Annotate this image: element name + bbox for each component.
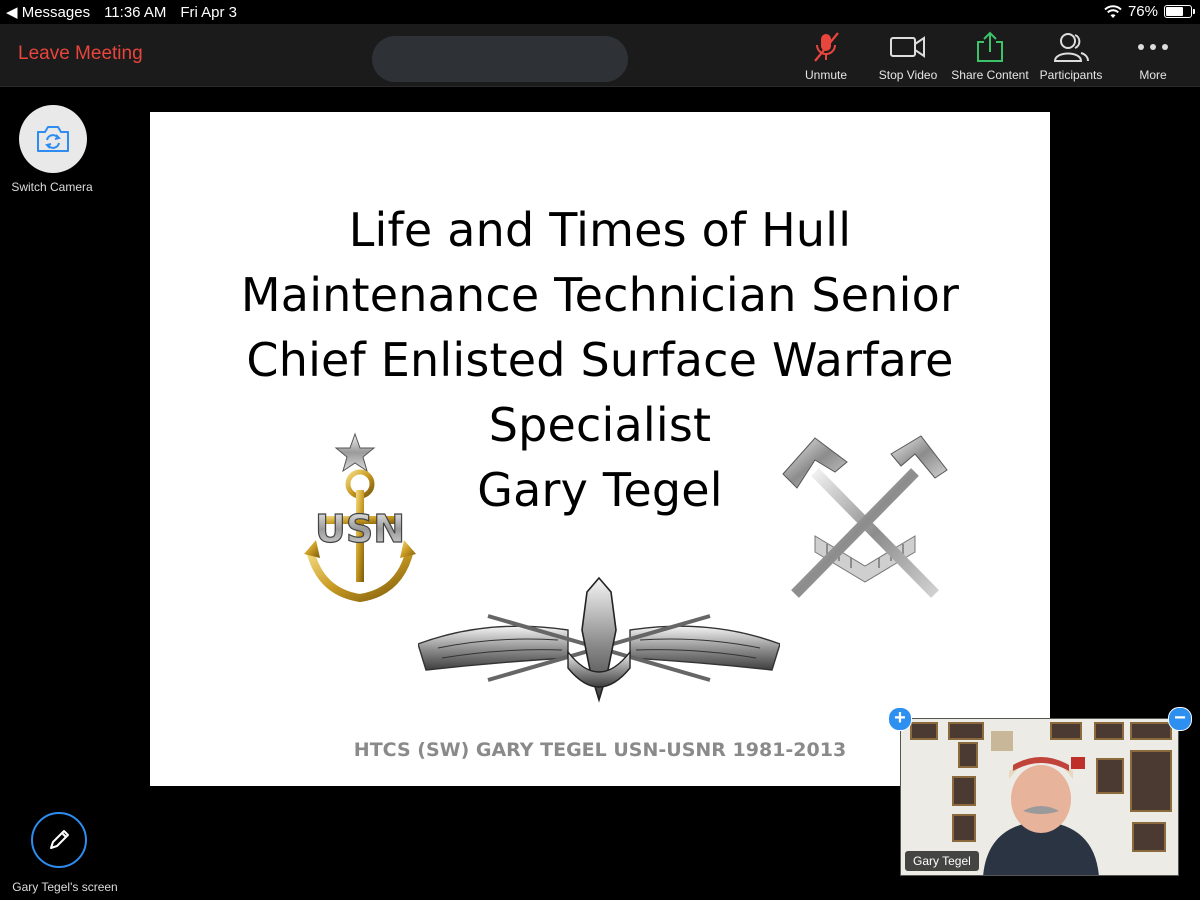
share-upload-icon [977,31,1003,62]
hull-technician-rating-icon [782,435,948,598]
minus-icon: − [1174,707,1186,729]
unmute-button[interactable]: Unmute [783,30,869,84]
slide-title-line: Chief Enlisted Surface Warfare [246,333,954,387]
video-camera-icon [890,36,925,58]
participants-label: Participants [1039,68,1103,82]
participant-video-thumbnail[interactable]: Gary Tegel [900,718,1179,876]
participants-button[interactable]: Participants [1028,30,1114,84]
battery-icon [1164,5,1195,18]
surface-warfare-insignia-icon [418,576,780,703]
switch-camera-icon [37,126,69,152]
participants-icon [1053,33,1089,62]
shared-slide: Life and Times of Hull Maintenance Techn… [150,112,1050,786]
minimize-thumbnail-button[interactable]: − [1168,707,1192,731]
status-time: 11:36 AM [104,3,167,21]
stop-video-button[interactable]: Stop Video [865,30,951,84]
microphone-muted-icon [814,32,839,62]
shared-screen-label: Gary Tegel's screen [12,880,118,894]
wifi-icon [1104,4,1122,18]
slide-title-line: Maintenance Technician Senior [240,268,960,322]
more-dots-icon [1138,44,1168,50]
battery-percent: 76% [1127,3,1158,20]
more-label: More [1139,68,1167,82]
senior-chief-anchor-icon: USN [304,432,416,603]
switch-camera-label: Switch Camera [11,180,93,194]
meeting-info-pill[interactable] [372,36,628,82]
participant-name-tag: Gary Tegel [905,851,979,871]
switch-camera-button[interactable] [19,105,87,173]
share-content-label: Share Content [951,68,1029,82]
meeting-toolbar: Leave Meeting Unmute Stop Video Share Co… [0,24,1200,87]
unmute-label: Unmute [804,68,848,82]
slide-title-line: Life and Times of Hull [348,203,852,257]
stop-video-label: Stop Video [878,68,938,82]
annotate-button[interactable] [31,812,87,868]
usn-emblem-text: USN [315,507,405,551]
status-bar: ◀ Messages 11:36 AM Fri Apr 3 76% [0,0,1200,24]
plus-icon: + [894,707,906,729]
pencil-icon [50,830,69,849]
more-button[interactable]: More [1110,30,1196,84]
back-app-label: Messages [21,4,91,21]
share-content-button[interactable]: Share Content [947,30,1033,84]
expand-thumbnail-button[interactable]: + [888,707,912,731]
leave-meeting-button[interactable]: Leave Meeting [18,43,143,65]
status-date: Fri Apr 3 [180,3,238,21]
back-to-messages[interactable]: ◀ Messages [6,3,90,21]
